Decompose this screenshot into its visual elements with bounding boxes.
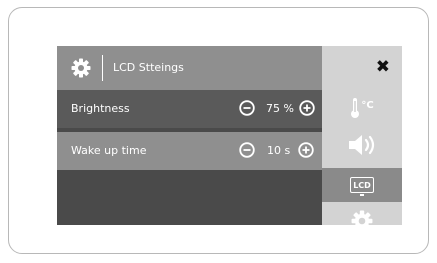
wake-up-time-decrease-button[interactable] [239, 142, 255, 158]
sidebar: ✖ °C LCD [322, 46, 402, 225]
wake-up-time-row: Wake up time 10 s [57, 132, 322, 170]
gear-icon[interactable] [71, 58, 91, 78]
sidebar-item-settings[interactable] [322, 204, 402, 225]
header-bar: LCD Stteings [57, 46, 322, 90]
main-panel: LCD Stteings Brightness 75 % Wake up tim… [57, 46, 322, 225]
lcd-settings-screen: LCD Stteings Brightness 75 % Wake up tim… [57, 46, 402, 225]
brightness-increase-button[interactable] [299, 100, 315, 116]
speaker-icon [349, 135, 375, 155]
device-frame: LCD Stteings Brightness 75 % Wake up tim… [8, 7, 429, 254]
lcd-icon: LCD [350, 177, 374, 196]
wake-up-time-increase-button[interactable] [298, 142, 314, 158]
gear-icon [351, 210, 373, 225]
thermometer-icon [351, 98, 360, 118]
close-icon: ✖ [375, 56, 390, 77]
sidebar-item-lcd[interactable]: LCD [322, 168, 402, 202]
lcd-icon-label: LCD [353, 180, 371, 190]
minus-circle-icon [239, 142, 255, 158]
brightness-label: Brightness [71, 102, 130, 115]
brightness-value: 75 % [266, 102, 294, 115]
brightness-decrease-button[interactable] [239, 100, 255, 116]
wake-up-time-value: 10 s [267, 144, 291, 157]
close-button[interactable]: ✖ [322, 52, 402, 82]
temperature-unit-label: °C [361, 99, 374, 111]
minus-circle-icon [239, 100, 255, 116]
sidebar-item-temperature[interactable]: °C [322, 92, 402, 124]
wake-up-time-label: Wake up time [71, 144, 147, 157]
header-divider [102, 55, 103, 81]
plus-circle-icon [299, 100, 315, 116]
sidebar-item-sound[interactable] [322, 129, 402, 161]
page-title: LCD Stteings [113, 61, 184, 74]
plus-circle-icon [298, 142, 314, 158]
brightness-row: Brightness 75 % [57, 90, 322, 128]
